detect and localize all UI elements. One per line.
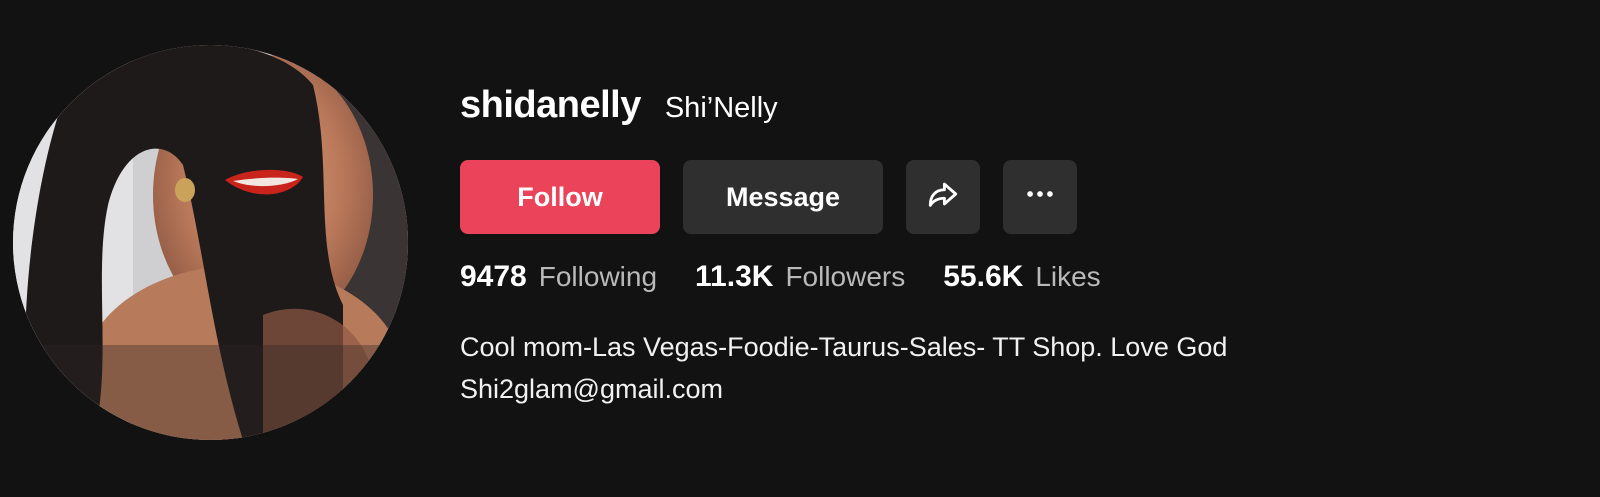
stat-label: Followers: [785, 261, 906, 292]
username: shidanelly: [460, 84, 641, 126]
more-dots-icon: [1023, 177, 1057, 218]
name-row: shidanelly Shi’Nelly: [460, 84, 778, 140]
stat-followers[interactable]: 11.3K Followers: [695, 260, 905, 294]
stat-label: Following: [538, 261, 658, 292]
stat-value: 11.3K: [695, 260, 774, 293]
bio-email: Shi2glam@gmail.com: [460, 374, 723, 404]
avatar[interactable]: [13, 45, 408, 440]
share-button[interactable]: [906, 160, 980, 234]
profile-info: shidanelly Shi’Nelly Follow Message 9478…: [460, 84, 1227, 404]
share-arrow-icon: [926, 177, 960, 218]
action-buttons: Follow Message: [460, 160, 1077, 234]
nickname: Shi’Nelly: [664, 92, 778, 124]
follow-button[interactable]: Follow: [460, 160, 660, 234]
message-button[interactable]: Message: [683, 160, 883, 234]
stat-value: 9478: [460, 260, 527, 293]
stat-value: 55.6K: [943, 260, 1024, 293]
bio-line: Cool mom-Las Vegas-Foodie-Taurus-Sales- …: [460, 332, 1228, 362]
bio: Cool mom-Las Vegas-Foodie-Taurus-Sales- …: [460, 326, 1227, 410]
stat-following[interactable]: 9478 Following: [460, 260, 657, 294]
stats-row: 9478 Following 11.3K Followers 55.6K Lik…: [460, 260, 1139, 294]
stat-likes: 55.6K Likes: [943, 260, 1100, 294]
stat-label: Likes: [1035, 261, 1101, 292]
more-button[interactable]: [1003, 160, 1077, 234]
